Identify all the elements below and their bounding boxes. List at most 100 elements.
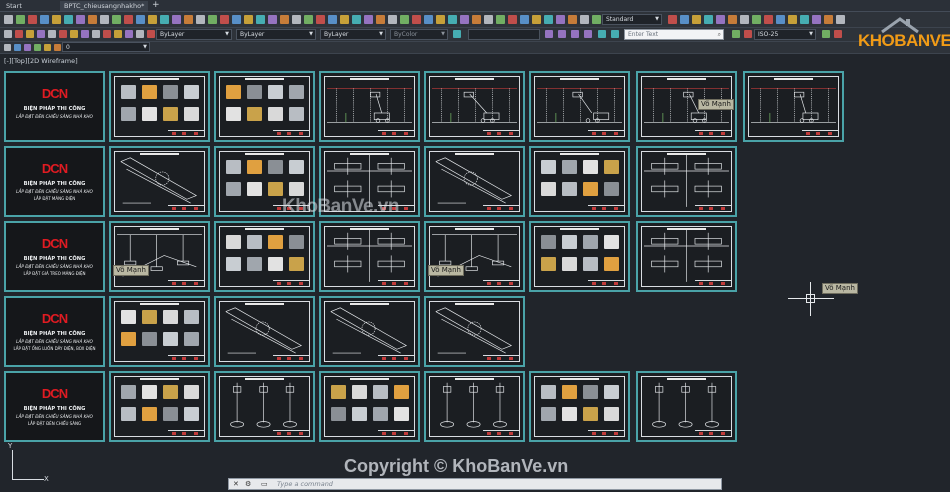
toolbar-tool-icon[interactable] bbox=[4, 44, 11, 51]
toolbar-tool-icon[interactable] bbox=[598, 30, 606, 38]
layer-dropdown[interactable]: 0 ▼ bbox=[62, 42, 150, 52]
toolbar-tool-icon[interactable] bbox=[822, 30, 830, 38]
toolbar-tool-icon[interactable] bbox=[148, 15, 157, 24]
toolbar-tool-icon[interactable] bbox=[728, 15, 737, 24]
toolbar-tool-icon[interactable] bbox=[764, 15, 773, 24]
toolbar-tool-icon[interactable] bbox=[4, 15, 13, 24]
drawing-sheet[interactable] bbox=[319, 296, 420, 367]
toolbar-tool-icon[interactable] bbox=[508, 15, 517, 24]
drawing-sheet[interactable] bbox=[319, 221, 420, 292]
toolbar-tool-icon[interactable] bbox=[460, 15, 469, 24]
toolbar-tool-icon[interactable] bbox=[292, 15, 301, 24]
blank-dropdown[interactable] bbox=[468, 29, 540, 40]
toolbar-tool-icon[interactable] bbox=[544, 15, 553, 24]
drawing-sheet[interactable] bbox=[424, 221, 525, 292]
drawing-sheet[interactable] bbox=[636, 221, 737, 292]
dim-style-dropdown[interactable]: ISO-25 ▼ bbox=[754, 29, 816, 40]
toolbar-tool-icon[interactable] bbox=[744, 30, 752, 38]
toolbar-tool-icon[interactable] bbox=[280, 15, 289, 24]
toolbar-tool-icon[interactable] bbox=[136, 15, 145, 24]
drawing-sheet[interactable] bbox=[743, 71, 844, 142]
cover-sheet[interactable]: DCN BIỆN PHÁP THI CÔNG LẮP ĐẶT ĐÈN CHIẾU S… bbox=[4, 71, 105, 142]
drawing-sheet[interactable] bbox=[424, 71, 525, 142]
toolbar-tool-icon[interactable] bbox=[28, 15, 37, 24]
toolbar-tool-icon[interactable] bbox=[160, 15, 169, 24]
toolbar-tool-icon[interactable] bbox=[64, 15, 73, 24]
toolbar-tool-icon[interactable] bbox=[836, 15, 845, 24]
drawing-sheet[interactable] bbox=[529, 71, 630, 142]
toolbar-tool-icon[interactable] bbox=[704, 15, 713, 24]
toolbar-tool-icon[interactable] bbox=[376, 15, 385, 24]
toolbar-tool-icon[interactable] bbox=[484, 15, 493, 24]
toolbar-tool-icon[interactable] bbox=[26, 30, 34, 38]
toolbar-tool-icon[interactable] bbox=[316, 15, 325, 24]
cover-sheet[interactable]: DCN BIỆN PHÁP THI CÔNG LẮP ĐẶT ĐÈN CHIẾU S… bbox=[4, 221, 105, 292]
toolbar-tool-icon[interactable] bbox=[147, 30, 155, 38]
drawing-sheet[interactable] bbox=[109, 146, 210, 217]
toolbar-tool-icon[interactable] bbox=[740, 15, 749, 24]
drawing-sheet[interactable] bbox=[529, 371, 630, 442]
drawing-sheet[interactable] bbox=[636, 146, 737, 217]
toolbar-tool-icon[interactable] bbox=[834, 30, 842, 38]
toolbar-tool-icon[interactable] bbox=[472, 15, 481, 24]
toolbar-tool-icon[interactable] bbox=[364, 15, 373, 24]
drawing-sheet[interactable] bbox=[424, 296, 525, 367]
toolbar-tool-icon[interactable] bbox=[244, 15, 253, 24]
toolbar-tool-icon[interactable] bbox=[40, 15, 49, 24]
toolbar-tool-icon[interactable] bbox=[125, 30, 133, 38]
drawing-sheet[interactable] bbox=[529, 221, 630, 292]
toolbar-tool-icon[interactable] bbox=[788, 15, 797, 24]
toolbar-tool-icon[interactable] bbox=[208, 15, 217, 24]
cover-sheet[interactable]: DCN BIỆN PHÁP THI CÔNG LẮP ĐẶT ĐÈN CHIẾU S… bbox=[4, 146, 105, 217]
drawing-sheet[interactable] bbox=[109, 221, 210, 292]
drawing-sheet[interactable] bbox=[319, 371, 420, 442]
toolbar-tool-icon[interactable] bbox=[580, 15, 589, 24]
drawing-sheet[interactable] bbox=[214, 371, 315, 442]
toolbar-tool-icon[interactable] bbox=[44, 44, 51, 51]
drawing-sheet[interactable] bbox=[109, 296, 210, 367]
toolbar-tool-icon[interactable] bbox=[114, 30, 122, 38]
toolbar-tool-icon[interactable] bbox=[76, 15, 85, 24]
toolbar-tool-icon[interactable] bbox=[812, 15, 821, 24]
settings-icon[interactable]: ⚙ bbox=[245, 481, 252, 488]
toolbar-tool-icon[interactable] bbox=[48, 30, 56, 38]
toolbar-tool-icon[interactable] bbox=[668, 15, 677, 24]
toolbar-tool-icon[interactable] bbox=[196, 15, 205, 24]
toolbar-tool-icon[interactable] bbox=[136, 30, 144, 38]
tab-bptc-drawing[interactable]: BPTC_chieusangnhakho* bbox=[60, 1, 149, 11]
drawing-sheet[interactable] bbox=[214, 71, 315, 142]
toolbar-tool-icon[interactable] bbox=[558, 30, 566, 38]
toolbar-tool-icon[interactable] bbox=[352, 15, 361, 24]
toolbar-tool-icon[interactable] bbox=[100, 15, 109, 24]
toolbar-tool-icon[interactable] bbox=[680, 15, 689, 24]
tab-start[interactable]: Start bbox=[2, 1, 26, 11]
cover-sheet[interactable]: DCN BIỆN PHÁP THI CÔNG LẮP ĐẶT ĐÈN CHIẾU S… bbox=[4, 371, 105, 442]
toolbar-tool-icon[interactable] bbox=[112, 15, 121, 24]
toolbar-tool-icon[interactable] bbox=[37, 30, 45, 38]
toolbar-tool-icon[interactable] bbox=[59, 30, 67, 38]
toolbar-tool-icon[interactable] bbox=[232, 15, 241, 24]
toolbar-tool-icon[interactable] bbox=[184, 15, 193, 24]
toolbar-tool-icon[interactable] bbox=[716, 15, 725, 24]
toolbar-tool-icon[interactable] bbox=[88, 15, 97, 24]
toolbar-tool-icon[interactable] bbox=[400, 15, 409, 24]
drawing-sheet[interactable] bbox=[636, 371, 737, 442]
drawing-sheet[interactable] bbox=[109, 71, 210, 142]
toolbar-tool-icon[interactable] bbox=[453, 30, 461, 38]
toolbar-tool-icon[interactable] bbox=[520, 15, 529, 24]
toolbar-tool-icon[interactable] bbox=[15, 30, 23, 38]
toolbar-tool-icon[interactable] bbox=[54, 44, 61, 51]
toolbar-tool-icon[interactable] bbox=[611, 30, 619, 38]
toolbar-tool-icon[interactable] bbox=[752, 15, 761, 24]
drawing-sheet[interactable] bbox=[424, 371, 525, 442]
toolbar-tool-icon[interactable] bbox=[776, 15, 785, 24]
toolbar-tool-icon[interactable] bbox=[584, 30, 592, 38]
toolbar-tool-icon[interactable] bbox=[412, 15, 421, 24]
color-dropdown[interactable]: ByLayer ▼ bbox=[156, 29, 232, 40]
drawing-sheet[interactable] bbox=[109, 371, 210, 442]
toolbar-tool-icon[interactable] bbox=[81, 30, 89, 38]
toolbar-tool-icon[interactable] bbox=[124, 15, 133, 24]
toolbar-tool-icon[interactable] bbox=[545, 30, 553, 38]
toolbar-tool-icon[interactable] bbox=[824, 15, 833, 24]
drawing-area[interactable]: DCN BIỆN PHÁP THI CÔNG LẮP ĐẶT ĐÈN CHIẾU S… bbox=[0, 64, 950, 476]
